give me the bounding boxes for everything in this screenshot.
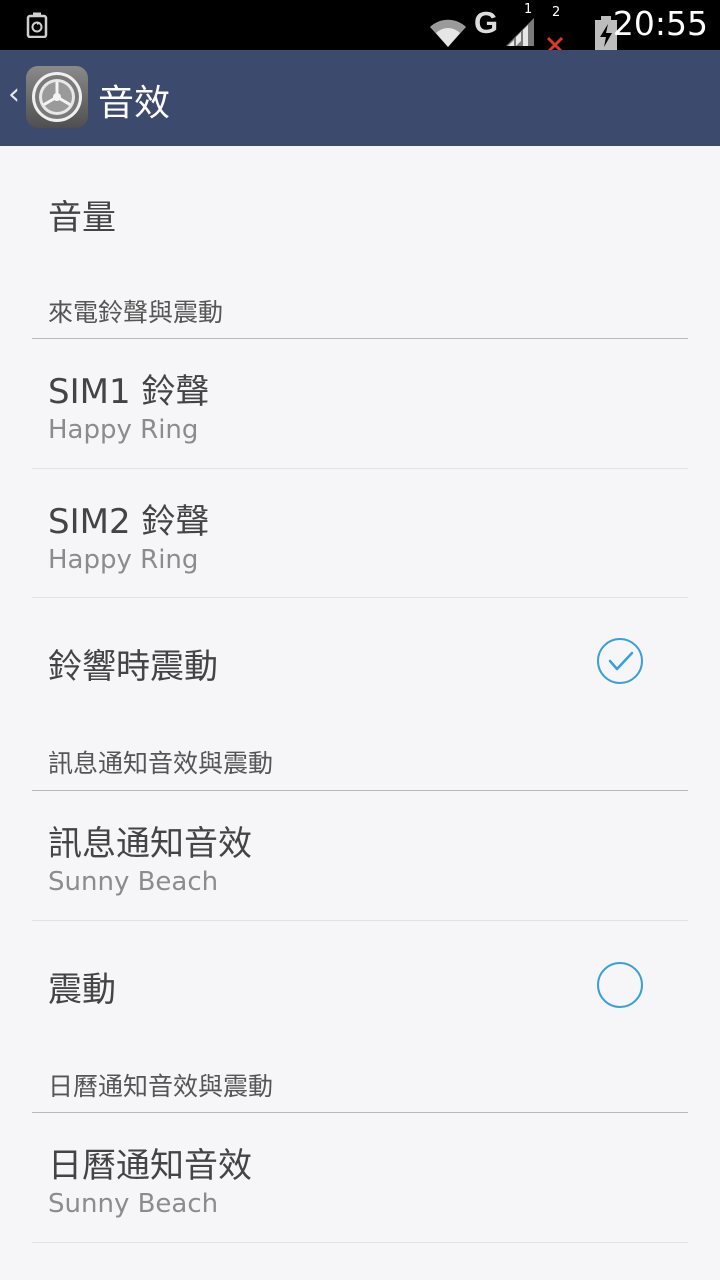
vibrate-on-ring-checkbox[interactable]	[597, 638, 643, 684]
sim2-label: 2	[552, 5, 561, 20]
item-value: Sunny Beach	[48, 1189, 219, 1219]
item-value: Sunny Beach	[48, 867, 219, 897]
action-bar: ‹ 音效	[0, 50, 720, 146]
page-title: 音效	[98, 83, 171, 124]
section-header-calendar: 日曆通知音效與震動	[48, 1072, 274, 1101]
item-title: 訊息通知音效	[48, 824, 252, 864]
volume-item[interactable]: 音量	[48, 190, 116, 239]
clock: 20:55	[612, 4, 708, 43]
network-type-label: G	[474, 5, 499, 40]
item-value: Happy Ring	[48, 415, 199, 445]
item-title: 鈴響時震動	[48, 647, 218, 687]
section-header-message: 訊息通知音效與震動	[48, 749, 274, 778]
notification-recycle-icon	[26, 12, 48, 39]
item-value: Happy Ring	[48, 545, 199, 575]
divider	[32, 1242, 688, 1243]
sim1-label: 1	[524, 2, 533, 17]
settings-gear-icon[interactable]	[26, 66, 88, 128]
calendar-sound-item[interactable]: 日曆通知音效 Sunny Beach	[0, 1113, 720, 1242]
chevron-left-icon[interactable]: ‹	[8, 80, 20, 110]
item-title: SIM1 鈴聲	[48, 372, 210, 412]
item-title: 震動	[48, 970, 116, 1010]
signal-sim1-icon	[506, 18, 534, 46]
settings-list: 音量 來電鈴聲與震動 SIM1 鈴聲 Happy Ring SIM2 鈴聲 Ha…	[0, 146, 720, 1280]
sim1-ringtone-item[interactable]: SIM1 鈴聲 Happy Ring	[0, 339, 720, 468]
sim2-ringtone-item[interactable]: SIM2 鈴聲 Happy Ring	[0, 469, 720, 598]
message-sound-item[interactable]: 訊息通知音效 Sunny Beach	[0, 791, 720, 920]
status-bar: G 1 2 20:55	[0, 0, 720, 54]
item-title: 日曆通知音效	[48, 1146, 252, 1186]
message-vibrate-checkbox[interactable]	[597, 962, 643, 1008]
section-header-ringtone: 來電鈴聲與震動	[48, 298, 224, 327]
item-title: SIM2 鈴聲	[48, 502, 210, 542]
